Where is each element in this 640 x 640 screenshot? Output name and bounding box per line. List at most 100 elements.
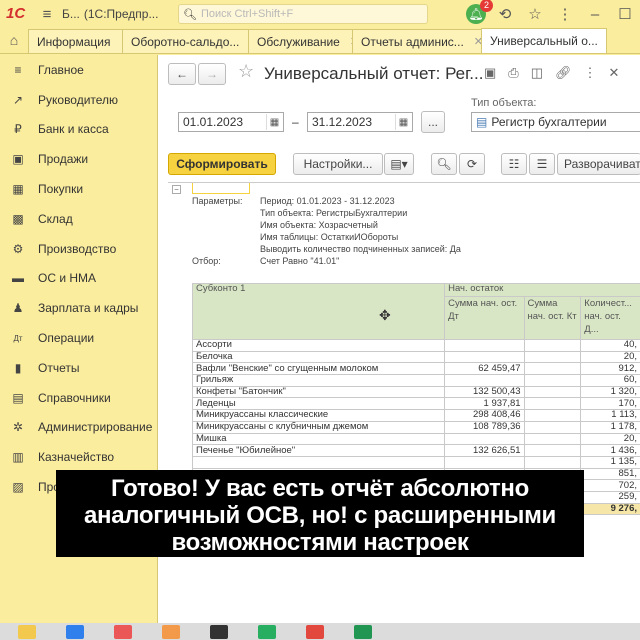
favorites-star-icon[interactable]: ☆ <box>524 3 546 25</box>
favorite-star-icon[interactable]: ☆ <box>238 61 254 82</box>
sidebar-item-payroll[interactable]: ♟ Зарплата и кадры <box>0 293 157 323</box>
sidebar-item-fixed-assets[interactable]: ▬ ОС и НМА <box>0 264 157 294</box>
params-key: Параметры: <box>192 196 243 206</box>
sidebar-item-label: Главное <box>38 62 84 77</box>
date-from-field[interactable]: 01.01.2023 ▦ <box>178 112 284 132</box>
table-row[interactable]: Ассорти 40, <box>191 339 640 352</box>
maximize-icon[interactable]: ☐ <box>614 3 636 25</box>
settings-button[interactable]: Настройки... <box>293 153 383 175</box>
form-toolbar-icons: ▣ ⎙ ◫ 🔗︎ ⋮ ✕ <box>484 65 619 81</box>
sidebar-item-production[interactable]: ⚙ Производство <box>0 234 157 264</box>
print-icon[interactable]: ⎙ <box>508 65 518 81</box>
preview-icon[interactable]: ◫ <box>531 65 543 81</box>
expand-button[interactable]: Разворачивать <box>557 153 640 175</box>
table-row[interactable]: 1 135, <box>191 455 640 469</box>
sidebar-item-administration[interactable]: ✲ Администрирование <box>0 413 157 443</box>
table-row[interactable]: Вафли "Венские" со сгущенным молоком 62 4… <box>191 362 640 376</box>
period-select-button[interactable]: ... <box>421 111 445 133</box>
filter-key: Отбор: <box>192 256 221 266</box>
forward-button[interactable]: → <box>198 63 226 85</box>
tab-information[interactable]: Информация✕ <box>28 29 123 53</box>
notifications-button[interactable]: 🔔︎ 2 <box>466 0 493 24</box>
sidebar-item-label: Склад <box>38 211 73 226</box>
sidebar-item-warehouse[interactable]: ▩ Склад <box>0 204 157 234</box>
cell-name <box>191 455 446 469</box>
tab-label: Оборотно-сальдо... <box>131 34 240 49</box>
sidebar-item-label: Операции <box>38 331 95 346</box>
group-level-button[interactable]: ☰ <box>529 153 555 175</box>
table-row[interactable]: Миникруассаны с клубничным джемом 108 789… <box>191 420 640 434</box>
sidebar-item-bank[interactable]: ₽ Банк и касса <box>0 115 157 145</box>
table-row[interactable]: Миникруассаны классические 298 408,46 1 11… <box>191 409 640 422</box>
caption-overlay: Готово! У вас есть отчёт абсолютно анало… <box>56 470 584 557</box>
cell-qty: 20, <box>580 350 640 364</box>
sidebar-item-treasury[interactable]: ▥ Казначейство <box>0 442 157 472</box>
tab-osv[interactable]: Оборотно-сальдо...✕ <box>122 29 249 53</box>
collapse-groups-button[interactable]: ☷ <box>501 153 527 175</box>
variants-dropdown[interactable]: ▤▾ <box>384 153 414 175</box>
sidebar-item-purchases[interactable]: ▦ Покупки <box>0 174 157 204</box>
folder-app-icon[interactable] <box>18 625 36 639</box>
notifications-badge: 2 <box>479 0 493 12</box>
table-row[interactable]: Конфеты "Батончик" 132 500,43 1 320, <box>191 385 640 399</box>
paint-app-icon[interactable] <box>162 625 180 639</box>
table-row[interactable]: Печенье "Юбилейное" 132 626,51 1 436, <box>191 444 640 457</box>
link-icon[interactable]: 🔗︎ <box>555 65 572 81</box>
mail-app-icon[interactable] <box>66 625 84 639</box>
section-icon: ▥ <box>12 450 24 465</box>
date-to-value: 31.12.2023 <box>312 115 373 129</box>
close-icon[interactable]: ✕ <box>609 65 620 81</box>
section-icon: ♟ <box>12 301 24 316</box>
table-row[interactable]: Леденцы 1 937,81 170, <box>191 397 640 411</box>
cell-kt <box>523 420 582 434</box>
total-cell: 9 276, <box>580 502 640 516</box>
sidebar-item-manager[interactable]: ↗ Руководителю <box>0 85 157 115</box>
excel-app-icon[interactable] <box>258 625 276 639</box>
header-selection <box>192 183 250 194</box>
sidebar-item-reports[interactable]: ▮ Отчеты <box>0 353 157 383</box>
calendar-icon[interactable]: ▦ <box>395 114 411 130</box>
find-next-button[interactable]: ⟳ <box>459 153 485 175</box>
calendar-icon[interactable]: ▦ <box>266 114 282 130</box>
object-type-label: Тип объекта: <box>471 97 537 109</box>
cell-qty: 702, <box>580 479 640 492</box>
table-row[interactable]: Грильяж 60, <box>191 374 640 387</box>
cell-name: Миникруассаны классические <box>191 409 446 422</box>
history-icon[interactable]: ⟲ <box>494 3 516 25</box>
tab-maintenance[interactable]: Обслуживание✕ <box>248 29 353 53</box>
collapse-tree-icon[interactable]: − <box>172 185 181 194</box>
tab-universal-report[interactable]: Универсальный о...✕ <box>481 28 607 53</box>
table-row[interactable]: Белочка 20, <box>191 350 640 364</box>
home-icon[interactable]: ⌂ <box>0 27 28 53</box>
1c-app-icon[interactable] <box>306 625 324 639</box>
terminal-app-icon[interactable] <box>210 625 228 639</box>
cell-name: Ассорти <box>191 339 446 352</box>
cell-name: Миникруассаны с клубничным джемом <box>191 420 446 434</box>
opera-app-icon[interactable] <box>114 625 132 639</box>
object-type-field[interactable]: ▤ Регистр бухгалтерии <box>471 112 640 132</box>
sidebar-item-main[interactable]: ≡ Главное <box>0 55 157 85</box>
tab-label: Отчеты админис... <box>361 34 464 49</box>
section-icon: ▩ <box>12 211 24 226</box>
back-button[interactable]: ← <box>168 63 196 85</box>
find-button[interactable]: 🔍︎ <box>431 153 457 175</box>
global-search-input[interactable]: 🔍︎ Поиск Ctrl+Shift+F <box>178 4 428 24</box>
sidebar-item-sales[interactable]: ▣ Продажи <box>0 144 157 174</box>
sidebar-item-catalogs[interactable]: ▤ Справочники <box>0 383 157 413</box>
cell-qty: 1 113, <box>580 409 640 422</box>
save-icon[interactable]: ▣ <box>484 65 496 81</box>
tab-admin-reports[interactable]: Отчеты админис...✕ <box>352 29 482 53</box>
minimize-icon[interactable]: – <box>584 3 606 25</box>
generate-button[interactable]: Сформировать <box>168 153 276 175</box>
more-menu-icon[interactable]: ⋮ <box>554 3 576 25</box>
date-to-field[interactable]: 31.12.2023 ▦ <box>307 112 413 132</box>
cell-dt <box>444 350 525 364</box>
date-from-value: 01.01.2023 <box>183 115 244 129</box>
more-menu-icon[interactable]: ⋮ <box>584 65 597 81</box>
sidebar-item-operations[interactable]: Дт Операции <box>0 323 157 353</box>
sidebar-item-label: Покупки <box>38 182 84 197</box>
green-app-icon[interactable] <box>354 625 372 639</box>
table-row[interactable]: Мишка 20, <box>191 432 640 446</box>
menu-icon[interactable]: ≡ <box>36 3 58 25</box>
cell-qty: 1 436, <box>580 444 640 457</box>
